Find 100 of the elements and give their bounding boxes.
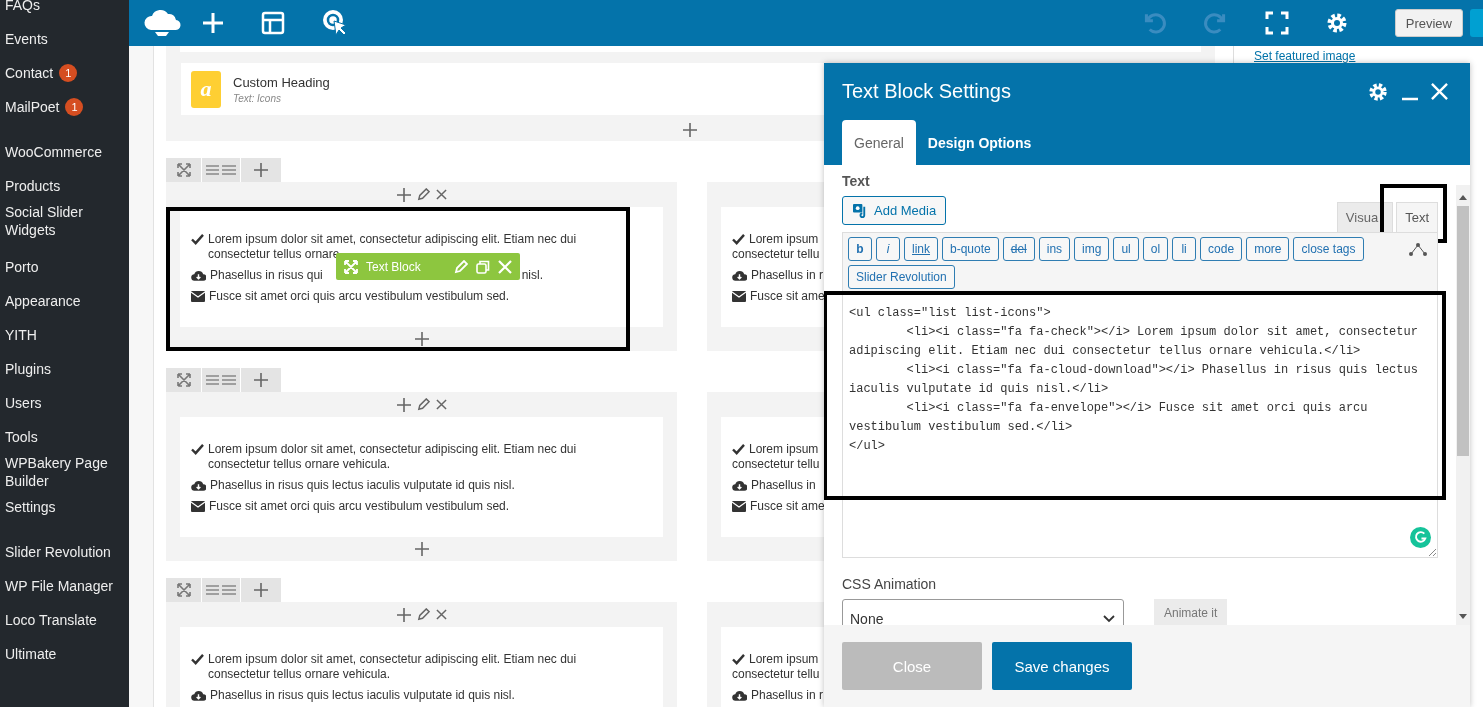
plus-icon[interactable] [396, 397, 411, 412]
settings-icon[interactable] [1367, 80, 1389, 103]
sidebar-item[interactable]: YITH [5, 318, 129, 352]
format-button[interactable]: b-quote [942, 237, 999, 261]
dialog-tab[interactable]: General [842, 120, 916, 165]
arrows-icon[interactable] [344, 259, 358, 274]
cloud-download-icon [191, 690, 206, 702]
arrows-icon [176, 163, 191, 177]
sidebar-item[interactable]: Loco Translate [5, 603, 129, 637]
list-item-text: consectetur tellu [732, 457, 820, 472]
cloud-download-icon [191, 270, 206, 282]
format-button[interactable]: ul [1113, 237, 1139, 261]
format-button[interactable]: b [848, 237, 872, 261]
add-column-tab[interactable] [241, 158, 281, 182]
sidebar-item[interactable]: Contact 1 [5, 56, 129, 90]
list-item-text: Fusce sit ame [750, 499, 825, 514]
sidebar-item[interactable]: Users [5, 386, 129, 420]
sidebar-item[interactable]: Ultimate [5, 637, 129, 671]
pencil-icon[interactable] [416, 188, 430, 201]
list-item-text: Phasellus in risus quis lectus iaculis vulputate id quis nisl. [210, 688, 515, 703]
sidebar-item[interactable]: Plugins [5, 352, 129, 386]
list-item-text: Fusce sit amet orci quis arcu vestibulum vestibulum sed. [209, 289, 510, 304]
sidebar-item[interactable]: Products [5, 169, 129, 203]
copy-icon[interactable] [476, 259, 490, 274]
sidebar-item[interactable]: Social Slider Widgets [5, 203, 129, 239]
format-button[interactable]: ins [1038, 237, 1071, 261]
format-button[interactable]: Slider Revolution [848, 265, 955, 289]
format-button[interactable]: ol [1142, 237, 1169, 261]
animate-button[interactable]: Animate it [1154, 599, 1228, 625]
sidebar-item[interactable]: Events [5, 22, 129, 56]
add-element-icon[interactable] [683, 123, 697, 137]
format-button[interactable]: link [904, 237, 938, 261]
featured-image-link[interactable]: Set featured image [1254, 49, 1356, 63]
row-move-handle[interactable] [166, 578, 201, 602]
resize-handle-icon[interactable] [1428, 548, 1436, 556]
sidebar-item[interactable]: Settings [5, 490, 129, 524]
format-button[interactable]: close tags [1293, 237, 1364, 261]
close-icon[interactable] [435, 609, 447, 620]
check-icon [732, 654, 745, 665]
scroll-up-icon[interactable] [1459, 195, 1467, 200]
sidebar-item[interactable]: Tools [5, 420, 129, 454]
row-move-handle[interactable] [166, 368, 201, 392]
cloud-download-icon [191, 480, 206, 492]
envelope-icon [732, 501, 746, 512]
format-button[interactable]: code [1200, 237, 1243, 261]
grammar-checker-icon[interactable] [1410, 527, 1431, 548]
clouds-logo-icon[interactable] [143, 8, 181, 38]
dialog-title: Text Block Settings [842, 80, 1012, 103]
format-button[interactable]: i [876, 237, 900, 261]
add-media-button[interactable]: Add Media [842, 196, 947, 225]
add-element-icon[interactable] [414, 542, 429, 556]
plus-icon[interactable] [396, 187, 411, 202]
sidebar-item[interactable]: MailPoet 1 [5, 90, 129, 124]
element-title: Custom Heading [233, 74, 330, 90]
plus-icon [254, 163, 268, 177]
editor-mode-tab[interactable]: Visua [1336, 202, 1394, 232]
scroll-down-icon[interactable] [1459, 614, 1467, 619]
format-button[interactable]: more [1246, 237, 1290, 261]
sidebar-item[interactable]: WooCommerce [5, 135, 129, 169]
layout-icon[interactable] [261, 11, 285, 35]
close-icon[interactable] [435, 399, 447, 410]
save-button[interactable]: Save changes [992, 642, 1132, 690]
target-cursor-icon[interactable] [321, 8, 349, 38]
text-block-card[interactable]: Lorem ipsum dolor sit amet, consectetur adipiscing elit. Etiam nec dui consectetur tellus ornare vehicula. Phasellus in risus quis lectus iaculis vulputate id quis nisl. [180, 627, 663, 707]
scrollbar[interactable] [1456, 185, 1470, 625]
list-item-text: Lorem ipsum dolor sit amet, consectetur adipiscing elit. Etiam nec dui consectetur tellus ornare vehicula. [208, 442, 578, 472]
dialog-tab[interactable]: Design Options [915, 120, 1044, 165]
close-icon[interactable] [435, 189, 447, 200]
format-button[interactable]: del [1002, 237, 1035, 261]
check-icon [191, 234, 204, 245]
plus-icon [254, 583, 268, 597]
sidebar-item[interactable]: WP File Manager [5, 569, 129, 603]
list-item-text: consectetur tellu [732, 667, 820, 682]
pencil-icon[interactable] [416, 608, 430, 621]
format-button[interactable]: img [1074, 237, 1110, 261]
sidebar-item[interactable]: WPBakery Page Builder [5, 454, 129, 490]
row-layout-tab[interactable] [202, 578, 240, 602]
sidebar-item[interactable]: Appearance [5, 284, 129, 318]
notification-badge: 1 [65, 98, 84, 116]
sidebar-item[interactable]: Porto [5, 250, 129, 284]
fullscreen-icon[interactable] [1264, 11, 1289, 35]
preview-button[interactable]: Preview [1394, 9, 1463, 37]
add-element-icon[interactable] [414, 332, 429, 346]
add-column-tab[interactable] [241, 368, 281, 392]
sidebar-item[interactable]: FAQs [5, 0, 129, 22]
custom-heading-icon: a [191, 70, 221, 108]
arrows-icon [176, 583, 191, 597]
editor-mode-tab[interactable]: Text [1396, 202, 1438, 232]
text-block-card[interactable] [180, 417, 663, 537]
notification-badge: 1 [59, 64, 78, 82]
row-move-handle[interactable] [166, 158, 201, 182]
format-button[interactable]: li [1172, 237, 1197, 261]
pencil-icon[interactable] [416, 398, 430, 411]
plus-icon[interactable] [396, 607, 411, 622]
sidebar-item[interactable]: Slider Revolution [5, 535, 129, 569]
row-layout-tab[interactable] [202, 368, 240, 392]
row-layout-tab[interactable] [202, 158, 240, 182]
expand-icon[interactable] [1409, 242, 1427, 256]
field-label: Text [842, 173, 871, 189]
add-column-tab[interactable] [241, 578, 281, 602]
